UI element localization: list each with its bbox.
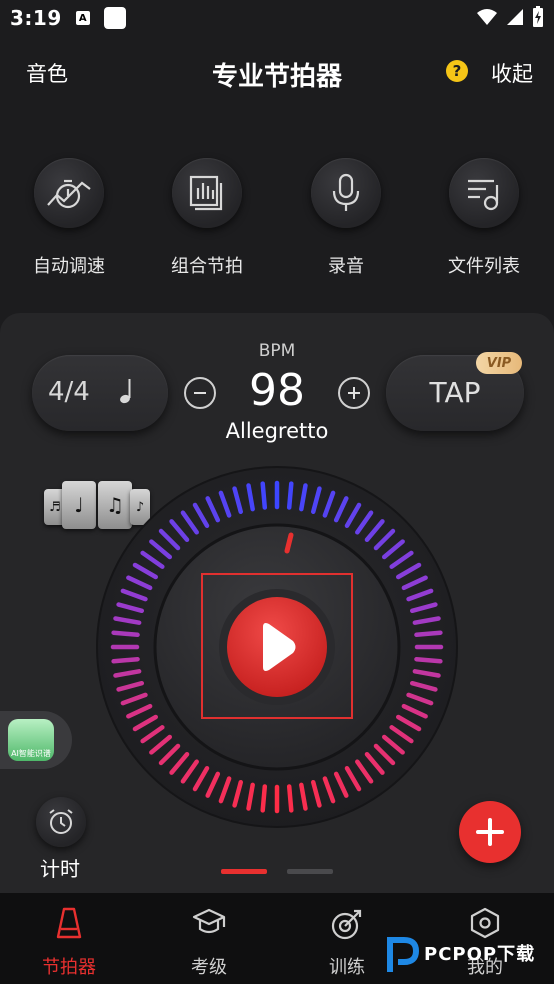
auto-speed-icon [47,179,91,209]
tool-combined-beat-circle[interactable] [172,158,242,228]
dial-tick [260,481,268,510]
watermark: PCPOP下载 [384,934,552,974]
notification-a-icon: A [75,11,90,25]
metronome-icon [56,907,82,939]
tool-label: 组合节拍 [171,256,243,277]
tap-label: TAP [429,376,481,409]
tool-label: 文件列表 [448,256,520,277]
page-indicator [287,869,333,874]
tool-row: 自动调速 组合节拍 录音 文件列表 [0,158,554,288]
ai-robot-icon: AI智能识谱 [8,719,54,761]
tool-record[interactable]: 录音 [286,158,406,278]
status-time: 3:19 [10,6,62,30]
tool-combined-beat[interactable]: 组合节拍 [147,158,267,278]
header: 音色 专业节拍器 ? 收起 [0,44,554,100]
microphone-icon [332,173,360,211]
dial-tick [260,784,268,813]
plus-icon [348,387,360,399]
dial-tick [414,656,443,664]
timer-label: 计时 [40,857,80,881]
target-icon [331,909,362,940]
beat-card-quarter[interactable]: ♩ [62,481,96,529]
ai-label: AI智能识谱 [11,749,51,758]
page-title: 专业节拍器 [211,62,342,92]
timer-button[interactable] [36,797,86,847]
status-bar: 3:19 A [0,0,554,36]
tab-label: 节拍器 [42,957,96,978]
ai-score-recognition-button[interactable]: AI智能识谱 [0,711,72,769]
dial-tick [111,630,140,638]
graduation-cap-icon [192,908,226,934]
status-icons [476,6,544,28]
tab-label: 考级 [191,957,227,978]
tool-file-list[interactable]: 文件列表 [424,158,544,278]
tool-auto-speed[interactable]: 自动调速 [9,158,129,278]
tab-grading[interactable]: 考级 [140,893,278,984]
dial-tick [286,481,294,510]
play-button-focus-frame [201,573,353,719]
alarm-clock-icon [49,809,73,834]
dial-tick [414,630,443,638]
plus-icon [476,818,504,846]
dial-tick [286,784,294,813]
tool-record-circle[interactable] [311,158,381,228]
help-icon[interactable]: ? [446,60,468,82]
metronome-panel: 4/4 BPM 98 Allegretto TAP VIP ♬ ♩ ♫ ♪ AI… [0,313,554,893]
notification-square-icon [103,7,126,29]
tool-file-list-circle[interactable] [449,158,519,228]
tool-label: 录音 [328,256,364,277]
battery-icon [533,6,543,27]
increase-bpm-button[interactable] [338,377,370,409]
combined-beat-icon [189,175,223,211]
tab-metronome[interactable]: 节拍器 [0,893,138,984]
dial-tick [111,656,140,664]
collapse-button[interactable]: 收起 [491,58,533,88]
vip-badge: VIP [476,352,522,374]
pcpop-logo-icon [387,937,420,972]
tool-auto-speed-circle[interactable] [34,158,104,228]
add-button[interactable] [459,801,521,863]
wifi-icon [477,9,497,25]
tool-label: 自动调速 [33,256,105,277]
file-list-icon [468,179,499,211]
signal-icon [507,9,523,25]
page-indicator-active [221,869,267,874]
watermark-text: PCPOP下载 [424,944,536,965]
